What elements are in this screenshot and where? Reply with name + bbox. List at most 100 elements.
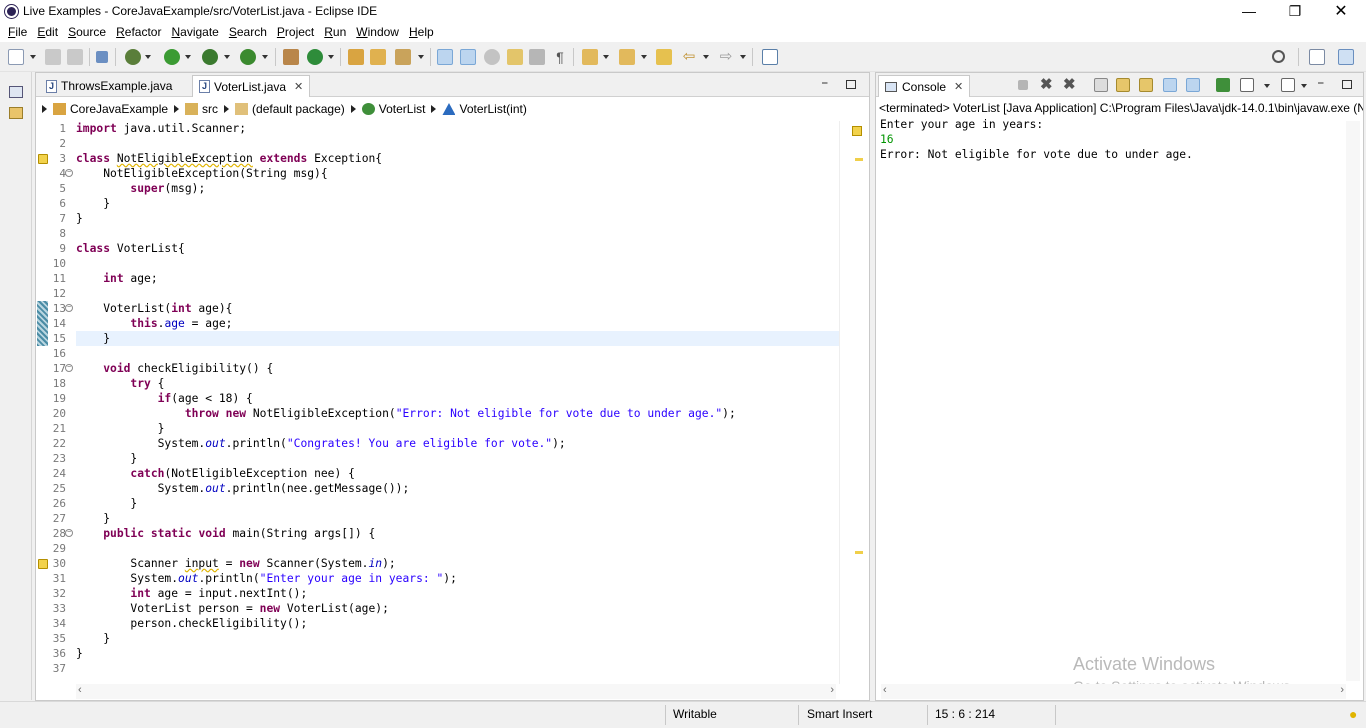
word-wrap-icon[interactable] bbox=[1139, 78, 1153, 92]
lightbulb-icon[interactable]: ● bbox=[1349, 706, 1357, 722]
menu-edit[interactable]: Edit bbox=[32, 25, 63, 39]
show-source-icon[interactable] bbox=[529, 49, 545, 65]
tab-throws-example[interactable]: J ThrowsExample.java bbox=[40, 75, 196, 97]
open-type-icon[interactable] bbox=[348, 49, 364, 65]
new-java-project-icon[interactable] bbox=[283, 49, 299, 65]
code-line[interactable]: VoterList(int age){ bbox=[76, 301, 232, 316]
menu-search[interactable]: Search bbox=[224, 25, 272, 39]
restore-button[interactable]: ❐ bbox=[1272, 0, 1318, 22]
code-line[interactable]: VoterList person = new VoterList(age); bbox=[76, 601, 388, 616]
forward-icon[interactable]: ⇨ bbox=[718, 49, 734, 65]
code-line[interactable]: catch(NotEligibleException nee) { bbox=[76, 466, 354, 481]
open-console-icon[interactable] bbox=[1281, 78, 1295, 92]
back-dropdown-icon[interactable] bbox=[703, 55, 709, 59]
editor-horizontal-scrollbar[interactable]: ‹ › bbox=[76, 684, 836, 699]
code-line[interactable] bbox=[76, 136, 83, 151]
show-stdout-icon[interactable] bbox=[1163, 78, 1177, 92]
minimize-button[interactable]: — bbox=[1226, 0, 1272, 22]
code-line[interactable]: System.out.println("Enter your age in ye… bbox=[76, 571, 457, 586]
code-line[interactable]: System.out.println(nee.getMessage()); bbox=[76, 481, 410, 496]
menu-refactor[interactable]: Refactor bbox=[111, 25, 166, 39]
open-task-icon[interactable] bbox=[370, 49, 386, 65]
code-line[interactable]: Scanner input = new Scanner(System.in); bbox=[76, 556, 395, 571]
code-line[interactable]: public static void main(String args[]) { bbox=[76, 526, 375, 541]
code-line[interactable]: int age = input.nextInt(); bbox=[76, 586, 307, 601]
fold-toggle-icon[interactable]: − bbox=[65, 169, 73, 177]
code-line[interactable]: } bbox=[76, 421, 165, 436]
code-line[interactable]: super(msg); bbox=[76, 181, 205, 196]
pin-editor-icon[interactable] bbox=[762, 49, 778, 65]
search-icon[interactable] bbox=[1272, 50, 1285, 63]
perspective-icon[interactable] bbox=[1309, 49, 1325, 65]
fold-toggle-icon[interactable]: − bbox=[65, 364, 73, 372]
debug-dropdown-icon[interactable] bbox=[145, 55, 151, 59]
menu-file[interactable]: File bbox=[3, 25, 32, 39]
clear-console-icon[interactable] bbox=[1094, 78, 1108, 92]
new-dropdown-icon[interactable] bbox=[30, 55, 36, 59]
code-line[interactable]: } bbox=[76, 511, 110, 526]
forward-dropdown-icon[interactable] bbox=[740, 55, 746, 59]
code-line[interactable]: try { bbox=[76, 376, 164, 391]
tab-voter-list[interactable]: J VoterList.java ✕ bbox=[192, 75, 310, 97]
code-line[interactable]: this.age = age; bbox=[76, 316, 232, 331]
code-line[interactable]: if(age < 18) { bbox=[76, 391, 253, 406]
scroll-left-icon[interactable]: ‹ bbox=[883, 684, 887, 696]
breadcrumb-constructor[interactable]: VoterList(int) bbox=[442, 102, 527, 116]
maximize-editor-icon[interactable] bbox=[846, 80, 856, 89]
external-tools-icon[interactable] bbox=[240, 49, 256, 65]
scroll-lock-icon[interactable] bbox=[1116, 78, 1130, 92]
code-line[interactable]: } bbox=[76, 646, 83, 661]
code-line[interactable]: int age; bbox=[76, 271, 157, 286]
code-line[interactable]: } bbox=[76, 196, 110, 211]
warning-summary-icon[interactable] bbox=[852, 126, 862, 136]
coverage-icon[interactable] bbox=[202, 49, 218, 65]
scroll-right-icon[interactable]: › bbox=[1340, 684, 1344, 696]
previous-annotation-icon[interactable] bbox=[619, 49, 635, 65]
code-line[interactable]: void checkEligibility() { bbox=[76, 361, 273, 376]
warning-marker[interactable] bbox=[855, 551, 863, 554]
open-console-dropdown-icon[interactable] bbox=[1301, 84, 1307, 88]
next-annotation-dropdown-icon[interactable] bbox=[603, 55, 609, 59]
save-all-icon[interactable] bbox=[67, 49, 83, 65]
restore-view-icon[interactable] bbox=[9, 86, 23, 98]
skip-breakpoints-icon[interactable] bbox=[96, 51, 108, 63]
code-line[interactable]: NotEligibleException(String msg){ bbox=[76, 166, 327, 181]
package-explorer-icon[interactable] bbox=[9, 107, 23, 119]
menu-run[interactable]: Run bbox=[319, 25, 351, 39]
remove-all-launches-icon[interactable]: ✖ bbox=[1063, 77, 1077, 92]
last-edit-location-icon[interactable] bbox=[656, 49, 672, 65]
code-line[interactable]: } bbox=[76, 631, 110, 646]
menu-help[interactable]: Help bbox=[404, 25, 439, 39]
code-line[interactable]: person.checkEligibility(); bbox=[76, 616, 307, 631]
remove-launch-icon[interactable]: ✖ bbox=[1040, 77, 1054, 92]
new-class-icon[interactable] bbox=[307, 49, 323, 65]
breadcrumb-project[interactable]: CoreJavaExample bbox=[53, 102, 168, 116]
warning-icon[interactable] bbox=[38, 154, 48, 164]
tab-console[interactable]: Console ✕ bbox=[878, 75, 970, 97]
code-line[interactable]: } bbox=[76, 496, 137, 511]
close-button[interactable]: ✕ bbox=[1318, 0, 1364, 22]
pin-console-icon[interactable] bbox=[1216, 78, 1230, 92]
code-line[interactable] bbox=[76, 226, 83, 241]
close-console-icon[interactable]: ✕ bbox=[954, 80, 963, 93]
back-icon[interactable]: ⇦ bbox=[681, 49, 697, 65]
menu-navigate[interactable]: Navigate bbox=[166, 25, 223, 39]
scroll-right-icon[interactable]: › bbox=[830, 684, 834, 696]
warning-marker[interactable] bbox=[855, 158, 863, 161]
code-editor[interactable]: 1 2 3 4−5 6 7 8 9 10 11 12 13−14 15 16 17−18 19 20 21 22 23… bbox=[36, 121, 839, 684]
fold-toggle-icon[interactable]: − bbox=[65, 529, 73, 537]
save-icon[interactable] bbox=[45, 49, 61, 65]
maximize-console-icon[interactable] bbox=[1342, 80, 1352, 89]
minimize-editor-icon[interactable]: ⎯ bbox=[822, 77, 828, 90]
display-console-icon[interactable] bbox=[1240, 78, 1254, 92]
code-line[interactable]: class VoterList{ bbox=[76, 241, 185, 256]
code-line[interactable]: throw new NotEligibleException("Error: N… bbox=[76, 406, 736, 421]
pilcrow-icon[interactable]: ¶ bbox=[552, 49, 568, 65]
menu-project[interactable]: Project bbox=[272, 25, 319, 39]
java-perspective-icon[interactable] bbox=[1338, 49, 1354, 65]
console-horizontal-scrollbar[interactable]: ‹ › bbox=[881, 684, 1346, 699]
terminate-icon[interactable] bbox=[1018, 80, 1028, 90]
code-line[interactable] bbox=[76, 661, 83, 676]
fold-toggle-icon[interactable]: − bbox=[65, 304, 73, 312]
external-tools-dropdown-icon[interactable] bbox=[262, 55, 268, 59]
